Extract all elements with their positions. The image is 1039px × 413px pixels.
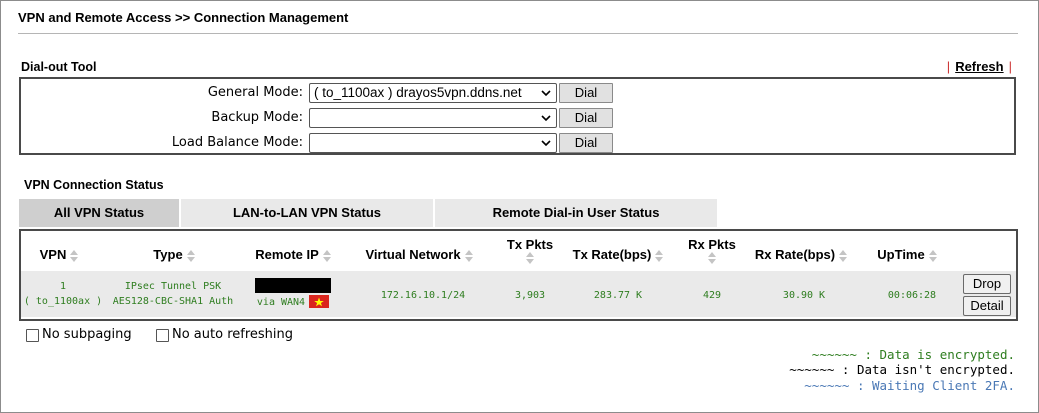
remote-ip-redacted — [255, 278, 331, 293]
tab-lan-to-lan-vpn-status[interactable]: LAN-to-LAN VPN Status — [181, 199, 433, 227]
column-header-tx-pkts[interactable]: Tx Pkts — [495, 237, 565, 267]
remote-ip-via: via WAN4 — [256, 297, 306, 308]
column-header-vpn[interactable]: VPN — [29, 247, 89, 262]
sort-icon — [70, 249, 79, 262]
rx-pkts-cell: 429 — [702, 290, 722, 301]
column-header-type[interactable]: Type — [129, 247, 219, 262]
load-balance-mode-label: Load Balance Mode: — [171, 135, 303, 150]
virtual-network-cell: 172.16.10.1/24 — [380, 290, 466, 301]
sort-icon — [186, 249, 195, 262]
legend-encrypted: ~~~~~~ : Data is encrypted. — [812, 347, 1015, 362]
legend-text: : Waiting Client 2FA. — [849, 378, 1015, 393]
uptime-cell: 00:06:28 — [887, 290, 937, 301]
refresh-area: | Refresh | — [942, 59, 1017, 74]
tx-rate-cell: 283.77 K — [593, 290, 643, 301]
column-header-label: UpTime — [877, 247, 925, 262]
no-subpaging-checkbox[interactable] — [26, 328, 39, 342]
general-mode-label: General Mode: — [207, 85, 303, 100]
legend-tilde: ~~~~~~ — [804, 378, 850, 393]
tab-remote-dial-in-user-status[interactable]: Remote Dial-in User Status — [435, 199, 717, 227]
column-header-rx-pkts[interactable]: Rx Pkts — [677, 237, 747, 267]
general-mode-value: ( to_1100ax ) drayos5vpn.ddns.net — [314, 85, 522, 100]
legend-text: : Data is encrypted. — [856, 347, 1015, 362]
general-mode-select[interactable]: ( to_1100ax ) drayos5vpn.ddns.net — [309, 83, 557, 103]
legend-tilde: ~~~~~~ — [811, 347, 857, 362]
chevron-down-icon — [541, 140, 551, 147]
column-header-remote-ip[interactable]: Remote IP — [243, 247, 343, 262]
no-auto-refresh-label: No auto refreshing — [172, 327, 294, 342]
dial-tool-panel: General Mode: ( to_1100ax ) drayos5vpn.d… — [19, 77, 1016, 155]
no-subpaging-label: No subpaging — [42, 327, 132, 342]
no-auto-refresh-checkbox[interactable] — [156, 328, 169, 342]
type-cell: IPsec Tunnel PSK AES128-CBC-SHA1 Auth — [103, 279, 243, 309]
rx-rate-cell: 30.90 K — [782, 290, 826, 301]
chevron-down-icon — [541, 115, 551, 122]
separator-left: | — [946, 59, 951, 74]
sort-icon — [655, 249, 664, 262]
load-balance-mode-dial-button[interactable]: Dial — [559, 133, 613, 153]
sort-icon — [708, 252, 716, 264]
vpn-name: ( to_1100ax ) — [23, 296, 103, 307]
legend-not-encrypted: ~~~~~~ : Data isn't encrypted. — [789, 362, 1015, 377]
vpn-status-title: VPN Connection Status — [24, 178, 164, 192]
legend-waiting-2fa: ~~~~~~ : Waiting Client 2FA. — [804, 378, 1015, 393]
column-header-uptime[interactable]: UpTime — [867, 247, 947, 262]
column-header-label: Rx Rate(bps) — [754, 247, 836, 262]
column-header-label: Type — [153, 247, 183, 262]
dial-tool-title: Dial-out Tool — [21, 60, 97, 74]
column-header-tx-rate[interactable]: Tx Rate(bps) — [565, 247, 671, 262]
column-header-label: Tx Rate(bps) — [572, 247, 652, 262]
refresh-link[interactable]: Refresh — [955, 59, 1003, 74]
load-balance-mode-select[interactable] — [309, 133, 557, 153]
vpn-cell: 1 ( to_1100ax ) — [21, 279, 105, 309]
column-header-label: Rx Pkts — [688, 237, 736, 252]
column-header-label: Virtual Network — [365, 247, 461, 262]
vietnam-flag-icon — [309, 295, 329, 308]
separator-right: | — [1008, 59, 1012, 74]
detail-button[interactable]: Detail — [963, 296, 1011, 316]
backup-mode-label: Backup Mode: — [211, 110, 303, 125]
tx-pkts-cell: 3,903 — [514, 290, 546, 301]
table-row: 1 ( to_1100ax ) IPsec Tunnel PSK AES128-… — [21, 271, 1016, 317]
backup-mode-dial-button[interactable]: Dial — [559, 108, 613, 128]
column-header-rx-rate[interactable]: Rx Rate(bps) — [745, 247, 857, 262]
drop-button[interactable]: Drop — [963, 274, 1011, 294]
legend-tilde: ~~~~~~ — [789, 362, 835, 377]
column-header-label: Remote IP — [255, 247, 319, 262]
no-subpaging-option[interactable]: No subpaging — [26, 328, 132, 342]
chevron-down-icon — [541, 90, 551, 97]
vpn-index: 1 — [59, 281, 67, 292]
vpn-status-table: VPN Type Remote IP Virtual Network Tx Pk… — [19, 229, 1018, 321]
general-mode-dial-button[interactable]: Dial — [559, 83, 613, 103]
column-header-label: Tx Pkts — [506, 237, 554, 252]
sort-icon — [928, 249, 937, 262]
type-protocol: IPsec Tunnel PSK — [124, 281, 222, 292]
sort-icon — [322, 249, 331, 262]
tab-all-vpn-status[interactable]: All VPN Status — [19, 199, 179, 227]
legend-text: : Data isn't encrypted. — [834, 362, 1015, 377]
page-title: VPN and Remote Access >> Connection Mana… — [18, 10, 349, 25]
column-header-label: VPN — [39, 247, 67, 262]
sort-icon — [839, 249, 848, 262]
no-auto-refresh-option[interactable]: No auto refreshing — [156, 328, 293, 342]
backup-mode-select[interactable] — [309, 108, 557, 128]
sort-icon — [526, 252, 534, 264]
column-header-virtual-network[interactable]: Virtual Network — [355, 247, 483, 262]
type-auth: AES128-CBC-SHA1 Auth — [112, 296, 234, 307]
sort-icon — [464, 249, 473, 262]
title-divider — [18, 33, 1018, 34]
